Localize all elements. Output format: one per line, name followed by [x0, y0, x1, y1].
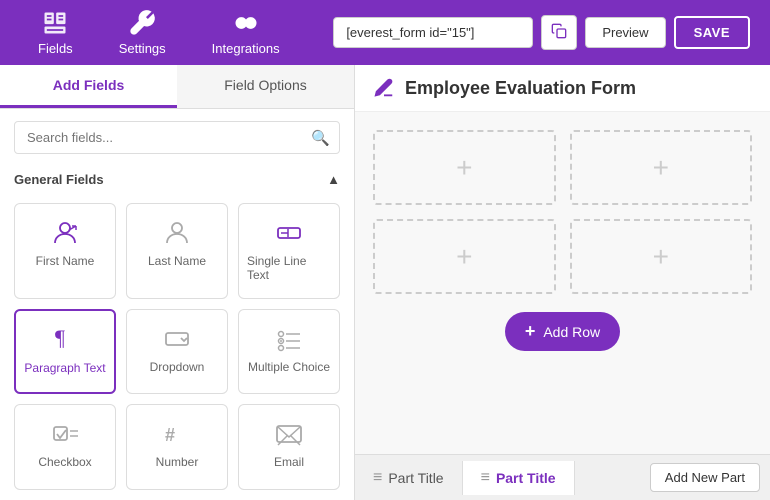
search-wrap: 🔍: [0, 109, 354, 166]
number-label: Number: [156, 455, 199, 469]
plus-icon-4: +: [653, 241, 669, 273]
nav-fields-label: Fields: [38, 41, 73, 56]
general-fields-header: General Fields ▲: [0, 166, 354, 193]
settings-icon: [128, 9, 156, 37]
shortcode-bar: Preview SAVE: [333, 15, 750, 50]
add-new-part-button[interactable]: Add New Part: [650, 463, 760, 492]
drop-zone-2[interactable]: +: [570, 130, 753, 205]
part-tab-2[interactable]: ≡ Part Title: [463, 461, 575, 495]
right-panel: Employee Evaluation Form + + + +: [355, 65, 770, 500]
plus-icon-1: +: [456, 152, 472, 184]
form-canvas: + + + + + Add Row: [355, 112, 770, 454]
dropdown-icon: [162, 324, 192, 354]
add-row-plus-icon: +: [525, 321, 536, 342]
field-item-paragraph[interactable]: ¶ Paragraph Text: [14, 309, 116, 395]
part-tab-1[interactable]: ≡ Part Title: [355, 461, 463, 495]
plus-icon-3: +: [456, 241, 472, 273]
field-item-last-name[interactable]: Last Name: [126, 203, 228, 299]
fields-grid: First Name Last Name Single Line Text: [0, 193, 354, 500]
preview-button[interactable]: Preview: [585, 17, 665, 48]
checkbox-label: Checkbox: [38, 455, 91, 469]
part-bar: ≡ Part Title ≡ Part Title Add New Part: [355, 454, 770, 500]
drop-zone-4[interactable]: +: [570, 219, 753, 294]
nav-item-settings[interactable]: Settings: [101, 1, 184, 64]
first-name-label: First Name: [36, 254, 95, 268]
field-item-multiple-choice[interactable]: Multiple Choice: [238, 309, 340, 395]
tabs: Add Fields Field Options: [0, 65, 354, 109]
form-row-1: + +: [373, 130, 752, 205]
first-name-icon: [50, 218, 80, 248]
navbar: Fields Settings Integrations Preview: [0, 0, 770, 65]
single-line-label: Single Line Text: [247, 254, 331, 282]
field-item-email[interactable]: Email: [238, 404, 340, 490]
email-icon: [274, 419, 304, 449]
fields-icon: [41, 9, 69, 37]
nav-settings-label: Settings: [119, 41, 166, 56]
part-1-label: Part Title: [388, 470, 443, 486]
field-item-checkbox[interactable]: Checkbox: [14, 404, 116, 490]
collapse-icon[interactable]: ▲: [327, 172, 340, 187]
drop-zone-1[interactable]: +: [373, 130, 556, 205]
left-panel: Add Fields Field Options 🔍 General Field…: [0, 65, 355, 500]
general-fields-title: General Fields: [14, 172, 104, 187]
field-item-number[interactable]: # Number: [126, 404, 228, 490]
checkbox-icon: [50, 419, 80, 449]
copy-shortcode-button[interactable]: [541, 15, 577, 50]
email-label: Email: [274, 455, 304, 469]
save-button[interactable]: SAVE: [674, 16, 750, 49]
form-row-2: + +: [373, 219, 752, 294]
dropdown-label: Dropdown: [150, 360, 205, 374]
field-item-dropdown[interactable]: Dropdown: [126, 309, 228, 395]
part-2-label: Part Title: [496, 470, 556, 486]
tab-field-options[interactable]: Field Options: [177, 65, 354, 108]
drop-zone-3[interactable]: +: [373, 219, 556, 294]
number-icon: #: [162, 419, 192, 449]
plus-icon-2: +: [653, 152, 669, 184]
copy-icon: [551, 23, 567, 39]
edit-icon: [373, 77, 395, 99]
paragraph-label: Paragraph Text: [24, 361, 105, 375]
multiple-choice-icon: [274, 324, 304, 354]
main-area: Add Fields Field Options 🔍 General Field…: [0, 65, 770, 500]
paragraph-icon: ¶: [50, 325, 80, 355]
add-row-label: Add Row: [543, 324, 600, 340]
nav-items: Fields Settings Integrations: [20, 1, 298, 64]
search-icon: 🔍: [311, 129, 330, 147]
form-title: Employee Evaluation Form: [405, 78, 636, 99]
search-input[interactable]: [14, 121, 340, 154]
nav-item-integrations[interactable]: Integrations: [194, 1, 298, 64]
form-title-bar: Employee Evaluation Form: [355, 65, 770, 112]
nav-integrations-label: Integrations: [212, 41, 280, 56]
integrations-icon: [232, 9, 260, 37]
add-row-button[interactable]: + Add Row: [505, 312, 620, 351]
last-name-label: Last Name: [148, 254, 206, 268]
multiple-choice-label: Multiple Choice: [248, 360, 330, 374]
single-line-icon: [274, 218, 304, 248]
field-item-single-line[interactable]: Single Line Text: [238, 203, 340, 299]
part-1-drag-icon: ≡: [373, 469, 382, 487]
tab-add-fields[interactable]: Add Fields: [0, 65, 177, 108]
part-2-drag-icon: ≡: [481, 469, 490, 487]
field-item-first-name[interactable]: First Name: [14, 203, 116, 299]
shortcode-input[interactable]: [333, 17, 533, 48]
svg-text:#: #: [165, 425, 175, 445]
svg-text:¶: ¶: [55, 325, 65, 350]
nav-item-fields[interactable]: Fields: [20, 1, 91, 64]
last-name-icon: [162, 218, 192, 248]
